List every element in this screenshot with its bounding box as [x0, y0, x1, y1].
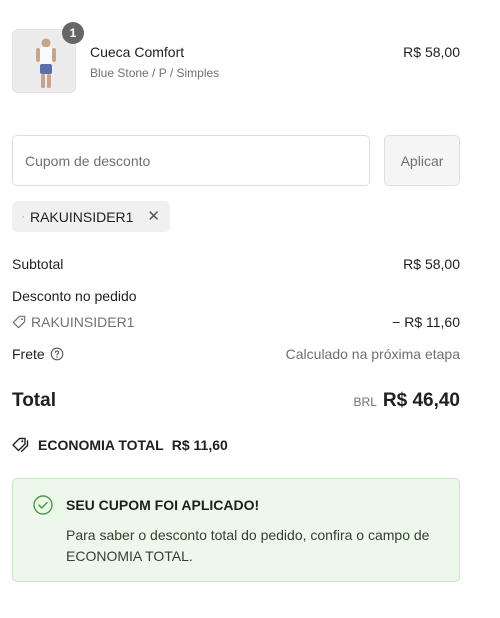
total-value: R$ 46,40: [382, 390, 460, 411]
coupon-input[interactable]: [12, 135, 370, 186]
product-price: R$ 58,00: [403, 44, 460, 60]
success-title: SEU CUPOM FOI APLICADO!: [66, 497, 260, 513]
applied-coupon-chip: RAKUINSIDER1 ✕: [12, 201, 170, 232]
total-row: Total BRL R$ 46,40: [12, 390, 460, 412]
remove-coupon-icon[interactable]: ✕: [147, 209, 160, 224]
check-circle-icon: [33, 495, 53, 515]
total-currency: BRL: [353, 395, 377, 409]
total-label: Total: [12, 390, 56, 411]
applied-coupon-code: RAKUINSIDER1: [29, 208, 134, 225]
shipping-value: Calculado na próxima etapa: [285, 346, 460, 362]
quantity-badge: 1: [62, 22, 84, 44]
help-icon[interactable]: [50, 347, 64, 361]
product-name: Cueca Comfort: [90, 44, 185, 60]
subtotal-label: Subtotal: [12, 256, 64, 272]
savings-label: ECONOMIA TOTAL: [38, 437, 164, 453]
total-savings: ECONOMIA TOTAL R$ 11,60: [12, 437, 228, 453]
coupon-success-banner: SEU CUPOM FOI APLICADO! Para saber o des…: [12, 478, 460, 582]
success-message: Para saber o desconto total do pedido, c…: [66, 527, 430, 564]
discount-code: RAKUINSIDER1: [31, 314, 135, 330]
tags-icon: [12, 437, 29, 453]
tag-icon: [12, 315, 26, 329]
shipping-label: Frete: [12, 346, 45, 362]
tag-icon: [22, 215, 24, 218]
subtotal-row: Subtotal R$ 58,00: [12, 256, 460, 272]
discount-value: − R$ 11,60: [392, 314, 460, 330]
subtotal-value: R$ 58,00: [403, 256, 460, 272]
apply-coupon-button[interactable]: Aplicar: [384, 135, 460, 186]
discount-label-row: Desconto no pedido: [12, 288, 460, 304]
savings-value: R$ 11,60: [171, 437, 228, 453]
discount-row: RAKUINSIDER1 − R$ 11,60: [12, 314, 460, 330]
shipping-row: Frete Calculado na próxima etapa: [12, 346, 460, 362]
discount-label: Desconto no pedido: [12, 288, 137, 304]
cart-line-item: 1 Cueca Comfort Blue Stone / P / Simples…: [12, 22, 460, 93]
product-variant: Blue Stone / P / Simples: [90, 66, 220, 80]
